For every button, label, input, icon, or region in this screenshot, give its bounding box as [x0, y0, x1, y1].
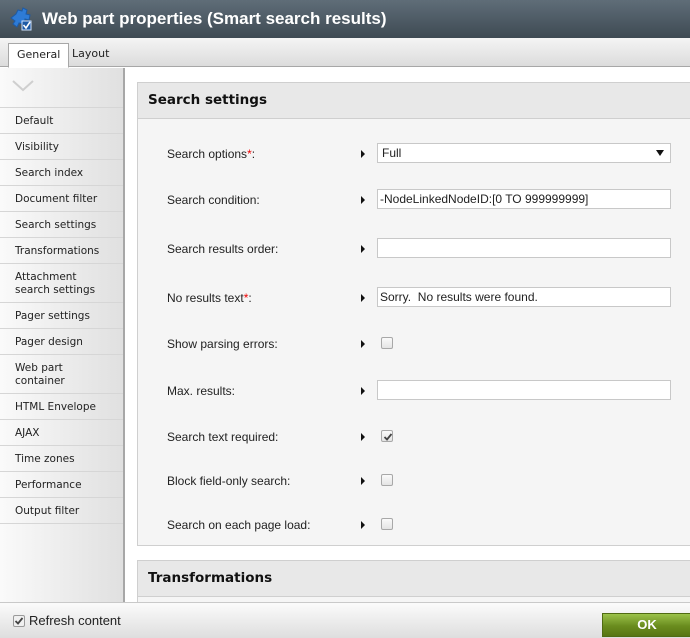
- field-label: Search on each page load:: [167, 518, 311, 532]
- search-condition-input[interactable]: -NodeLinkedNodeID:[0 TO 999999999]: [377, 189, 671, 209]
- properties-content: Search settings Search options*: Full Se…: [127, 68, 690, 602]
- transformations-section: Transformations: [137, 560, 690, 602]
- sidebar-item-pager-settings[interactable]: Pager settings: [0, 303, 123, 329]
- no-results-text-row: No results text*: Sorry. No results were…: [138, 287, 690, 309]
- refresh-content-label: Refresh content: [29, 613, 121, 628]
- chevron-down-icon: [12, 80, 34, 92]
- sidebar-item-pager-design[interactable]: Pager design: [0, 329, 123, 355]
- show-parsing-errors-row: Show parsing errors:: [138, 333, 690, 355]
- select-value: Full: [382, 146, 402, 160]
- expand-arrow-icon[interactable]: [361, 294, 365, 302]
- checkmark-icon: [383, 433, 393, 441]
- sidebar-item-output-filter[interactable]: Output filter: [0, 498, 123, 524]
- expand-arrow-icon[interactable]: [361, 150, 365, 158]
- search-options-select[interactable]: Full: [377, 143, 671, 163]
- sidebar-item-default[interactable]: Default: [0, 108, 123, 134]
- sidebar-item-document-filter[interactable]: Document filter: [0, 186, 123, 212]
- show-parsing-errors-checkbox[interactable]: [381, 337, 393, 349]
- checkmark-icon: [14, 616, 24, 625]
- field-label: Block field-only search:: [167, 474, 291, 488]
- field-label: Search text required:: [167, 430, 279, 444]
- search-on-each-page-load-row: Search on each page load:: [138, 514, 690, 536]
- expand-arrow-icon[interactable]: [361, 477, 365, 485]
- field-label: Show parsing errors:: [167, 337, 278, 351]
- sidebar-item-web-part-container[interactable]: Web part container: [0, 355, 123, 394]
- sidebar-item-ajax[interactable]: AJAX: [0, 420, 123, 446]
- sidebar-item-time-zones[interactable]: Time zones: [0, 446, 123, 472]
- block-field-only-search-row: Block field-only search:: [138, 470, 690, 492]
- section-heading: Transformations: [138, 561, 690, 597]
- expand-arrow-icon[interactable]: [361, 196, 365, 204]
- search-text-required-checkbox[interactable]: [381, 430, 393, 442]
- field-label: Max. results:: [167, 384, 236, 398]
- search-settings-section: Search settings Search options*: Full Se…: [137, 82, 690, 546]
- expand-arrow-icon[interactable]: [361, 521, 365, 529]
- dropdown-caret-icon: [656, 150, 664, 156]
- expand-arrow-icon[interactable]: [361, 245, 365, 253]
- expand-arrow-icon[interactable]: [361, 433, 365, 441]
- search-options-row: Search options*: Full: [138, 143, 690, 165]
- max-results-input[interactable]: [377, 380, 671, 400]
- expand-arrow-icon[interactable]: [361, 387, 365, 395]
- field-label: Search condition:: [167, 193, 260, 207]
- search-text-required-row: Search text required:: [138, 426, 690, 448]
- refresh-content-checkbox[interactable]: [13, 614, 25, 627]
- refresh-content-toggle[interactable]: Refresh content: [13, 613, 121, 628]
- sidebar-item-search-settings[interactable]: Search settings: [0, 212, 123, 238]
- tab-general[interactable]: General: [8, 43, 70, 68]
- max-results-row: Max. results:: [138, 380, 690, 402]
- tab-bar: General Layout: [0, 38, 690, 68]
- search-condition-row: Search condition: -NodeLinkedNodeID:[0 T…: [138, 189, 690, 211]
- search-on-each-page-load-checkbox[interactable]: [381, 518, 393, 530]
- title-bar: Web part properties (Smart search result…: [0, 0, 690, 38]
- ok-button[interactable]: OK: [602, 613, 690, 637]
- field-label: Search results order:: [167, 242, 279, 256]
- dialog-footer: Refresh content OK: [0, 602, 690, 638]
- expand-arrow-icon[interactable]: [361, 340, 365, 348]
- category-sidebar: Default Visibility Search index Document…: [0, 68, 125, 602]
- tab-layout[interactable]: Layout: [64, 43, 117, 67]
- puzzle-piece-icon: [10, 7, 32, 31]
- block-field-only-search-checkbox[interactable]: [381, 474, 393, 486]
- sidebar-item-performance[interactable]: Performance: [0, 472, 123, 498]
- field-label: No results text*:: [167, 291, 252, 305]
- no-results-text-input[interactable]: Sorry. No results were found.: [377, 287, 671, 307]
- window-title: Web part properties (Smart search result…: [42, 9, 387, 28]
- search-results-order-input[interactable]: [377, 238, 671, 258]
- sidebar-item-search-index[interactable]: Search index: [0, 160, 123, 186]
- sidebar-item-html-envelope[interactable]: HTML Envelope: [0, 394, 123, 420]
- section-heading: Search settings: [138, 83, 690, 119]
- sidebar-item-visibility[interactable]: Visibility: [0, 134, 123, 160]
- sidebar-item-transformations[interactable]: Transformations: [0, 238, 123, 264]
- field-label: Search options*:: [167, 147, 256, 161]
- sidebar-collapse-button[interactable]: [0, 68, 123, 108]
- search-results-order-row: Search results order:: [138, 238, 690, 260]
- sidebar-item-attachment-search-settings[interactable]: Attachment search settings: [0, 264, 123, 303]
